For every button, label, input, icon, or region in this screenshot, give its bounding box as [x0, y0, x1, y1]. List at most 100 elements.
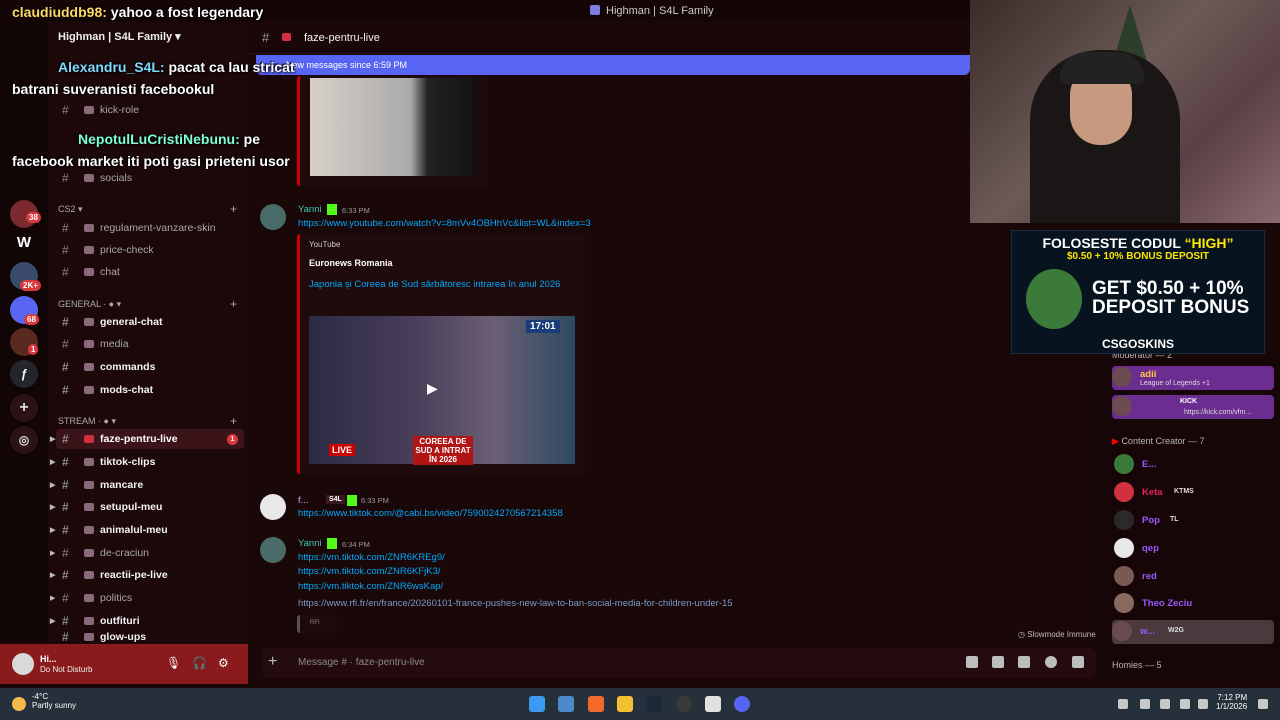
member-item[interactable]: Keta KTMS: [1114, 481, 1274, 505]
gift-icon[interactable]: [966, 656, 978, 668]
channel-item[interactable]: ▶ # tiktok-clips: [50, 452, 244, 472]
add-server-icon[interactable]: +: [10, 394, 38, 422]
video-caption: COREEA DE SUD A INTRAT ÎN 2026: [413, 436, 473, 465]
chevron-up-icon[interactable]: [1118, 699, 1128, 709]
message-composer[interactable]: + Message # · faze-pentru-live: [262, 648, 1096, 678]
channel-item[interactable]: ▶ # de-craciun: [50, 543, 244, 563]
embed-video-thumbnail[interactable]: 17:01 ▶ LIVE COREEA DE SUD A INTRAT ÎN 2…: [309, 316, 575, 465]
server-name[interactable]: Highman | S4L Family ▾: [58, 30, 181, 43]
message-link[interactable]: https://www.youtube.com/watch?v=8mVv4OBH…: [298, 218, 591, 229]
message-link[interactable]: https://vm.tiktok.com/ZNR6wsKap/: [298, 581, 443, 592]
weather-widget[interactable]: -4°C Partly sunny: [32, 692, 76, 710]
category-general[interactable]: GENERAL · ● ▾ +: [58, 297, 237, 311]
channel-item[interactable]: # regulament-vanzare-skin: [56, 218, 244, 238]
chevron-right-icon: ▶: [50, 595, 56, 602]
channel-item[interactable]: ▶ # outfituri: [50, 611, 244, 631]
discover-icon[interactable]: ◎: [10, 426, 38, 454]
embed-site[interactable]: Euronews Romania: [309, 258, 393, 268]
battery-icon[interactable]: [1180, 699, 1190, 709]
message-link[interactable]: https://www.tiktok.com/@cabi.bs/video/75…: [298, 508, 563, 519]
hash-icon: #: [62, 614, 69, 628]
notepad-icon[interactable]: [705, 696, 721, 712]
category-cs2[interactable]: CS2 ▾ +: [58, 202, 237, 216]
channel-item[interactable]: ▶ # mancare: [50, 475, 244, 495]
start-icon[interactable]: [529, 696, 545, 712]
channel-item[interactable]: # general-chat: [56, 312, 244, 332]
obs-icon[interactable]: [676, 696, 692, 712]
clock[interactable]: 7:12 PM 1/1/2026: [1216, 693, 1247, 711]
brave-icon[interactable]: [588, 696, 604, 712]
add-channel-icon[interactable]: +: [230, 202, 237, 216]
message-author[interactable]: f...: [298, 495, 309, 506]
avatar[interactable]: [260, 537, 286, 563]
hash-icon: #: [62, 383, 69, 397]
avatar[interactable]: [12, 653, 34, 675]
message-author[interactable]: Yanni: [298, 204, 322, 215]
add-channel-icon[interactable]: +: [230, 297, 237, 311]
headphones-icon[interactable]: 🎧: [192, 656, 207, 670]
member-item[interactable]: Theo Zeciu: [1114, 592, 1274, 616]
heart-icon: [282, 33, 291, 41]
kick-icon: [347, 495, 357, 506]
message-link[interactable]: https://vm.tiktok.com/ZNR6KREg9/: [298, 552, 445, 563]
add-channel-icon[interactable]: +: [230, 414, 237, 428]
channel-item[interactable]: # glow-ups: [56, 632, 244, 642]
new-messages-bar[interactable]: New messages since 6:59 PM: [256, 55, 970, 75]
chevron-right-icon: ▶: [50, 504, 56, 511]
attach-plus-icon[interactable]: +: [268, 653, 277, 671]
member-item[interactable]: red: [1114, 565, 1274, 589]
notification-icon[interactable]: [1258, 699, 1268, 709]
channel-emoji-icon: [84, 386, 94, 394]
channel-item[interactable]: ▶ # animalul-meu: [50, 520, 244, 540]
sticker-icon[interactable]: [1018, 656, 1030, 668]
gear-icon[interactable]: ⚙: [218, 656, 229, 670]
avatar[interactable]: [260, 204, 286, 230]
message-link[interactable]: https://www.rfi.fr/en/france/20260101-fr…: [298, 598, 733, 609]
avatar[interactable]: [260, 494, 286, 520]
channel-kick-role[interactable]: # kick-role: [56, 100, 244, 120]
channel-item[interactable]: # commands: [56, 357, 244, 377]
message-author[interactable]: Yanni: [298, 538, 322, 549]
server-icon-f[interactable]: ƒ: [10, 360, 38, 388]
taskview-icon[interactable]: [558, 696, 574, 712]
member-item[interactable]: Pop TL: [1114, 509, 1274, 533]
message-input[interactable]: Message # · faze-pentru-live: [298, 657, 425, 668]
apps-icon[interactable]: [1072, 656, 1084, 668]
microphone-icon[interactable]: 🎙: [166, 656, 181, 670]
member-item[interactable]: E...: [1114, 453, 1274, 477]
discord-icon: [590, 5, 600, 15]
channel-item[interactable]: # price-check: [56, 240, 244, 260]
message-link[interactable]: https://vm.tiktok.com/ZNR6KFjK3/: [298, 566, 441, 577]
member-category: ▶ Content Creator — 7: [1112, 436, 1205, 446]
weather-icon[interactable]: [12, 697, 26, 711]
ad-headline: GET $0.50 + 10% DEPOSIT BONUS: [1092, 278, 1250, 318]
channel-item[interactable]: ▶ # politics: [50, 588, 244, 608]
hash-icon: #: [62, 523, 69, 537]
member-item[interactable]: qep: [1114, 537, 1274, 561]
server-icon-w[interactable]: W: [10, 228, 38, 256]
play-icon[interactable]: ▶: [427, 380, 438, 397]
emoji-icon[interactable]: [1045, 656, 1057, 668]
member-item[interactable]: w... W2G: [1112, 620, 1274, 644]
channel-item[interactable]: # chat: [56, 262, 244, 282]
avatar: [1112, 367, 1132, 387]
channel-item[interactable]: ▶ # reactii-pe-live: [50, 565, 244, 585]
hash-icon: #: [62, 171, 69, 185]
channel-item[interactable]: # mods-chat: [56, 380, 244, 400]
speaker-icon[interactable]: [1198, 699, 1208, 709]
embed-title[interactable]: Japonia și Coreea de Sud sărbătoresc int…: [309, 278, 569, 292]
member-item[interactable]: adii League of Legends +1: [1112, 366, 1274, 390]
gif-icon[interactable]: [992, 656, 1004, 668]
embed-thumbnail[interactable]: [310, 78, 478, 176]
discord-icon[interactable]: [734, 696, 750, 712]
channel-faze-pentru-live[interactable]: ▶ # faze-pentru-live 1: [50, 429, 244, 449]
file-explorer-icon[interactable]: [617, 696, 633, 712]
member-item[interactable]: KICK https://kick.com/vfm...: [1112, 395, 1274, 419]
volume-icon[interactable]: [1160, 699, 1170, 709]
category-stream[interactable]: STREAM · ● ▾ +: [58, 414, 237, 428]
channel-item[interactable]: # media: [56, 334, 244, 354]
steam-icon[interactable]: [646, 696, 662, 712]
avatar: [1114, 593, 1134, 613]
network-icon[interactable]: [1140, 699, 1150, 709]
channel-item[interactable]: ▶ # setupul-meu: [50, 497, 244, 517]
